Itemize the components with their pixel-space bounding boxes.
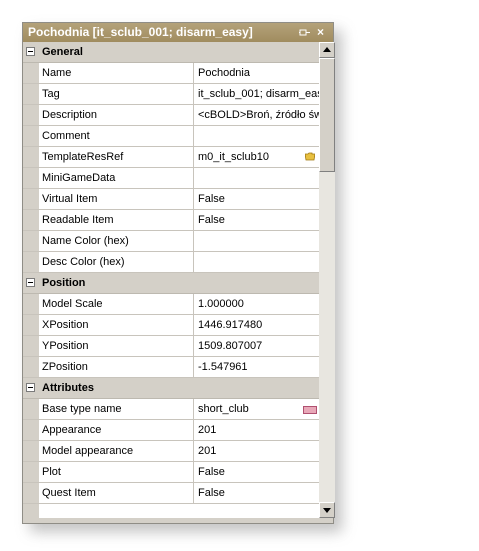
collapse-icon[interactable] [26,47,35,56]
close-icon[interactable]: × [317,23,324,42]
property-name: Base type name [39,399,194,419]
property-row[interactable]: Model Scale 1.000000 [23,294,319,315]
category-label: Attributes [42,382,94,394]
property-name: Plot [39,462,194,482]
title-bar[interactable]: Pochodnia [it_sclub_001; disarm_easy] × [23,23,333,42]
property-row[interactable]: Comment [23,126,319,147]
property-name: Name Color (hex) [39,231,194,251]
property-value[interactable] [194,252,319,272]
property-row[interactable]: Name Pochodnia [23,63,319,84]
category-label: Position [42,277,86,289]
category-header[interactable]: General [23,42,319,63]
property-name: Quest Item [39,483,194,503]
property-value[interactable]: 1.000000 [194,294,319,314]
property-value[interactable]: False [194,189,319,209]
property-value[interactable]: m0_it_sclub10 [194,147,319,167]
property-name: Appearance [39,420,194,440]
property-row[interactable]: XPosition 1446.917480 [23,315,319,336]
property-value[interactable]: False [194,210,319,230]
folder-browse-icon[interactable] [305,152,315,161]
property-name: Description [39,105,194,125]
property-value[interactable]: short_club [194,399,319,419]
property-row[interactable]: ZPosition -1.547961 [23,357,319,378]
property-row[interactable]: Description <cBOLD>Broń, źródło św [23,105,319,126]
property-value[interactable] [194,231,319,251]
property-name: Comment [39,126,194,146]
property-row[interactable]: YPosition 1509.807007 [23,336,319,357]
property-row[interactable]: MiniGameData [23,168,319,189]
property-value[interactable]: False [194,483,319,503]
property-value[interactable]: 1509.807007 [194,336,319,356]
property-value[interactable]: False [194,462,319,482]
arrow-down-icon [323,508,331,513]
property-name: Desc Color (hex) [39,252,194,272]
property-value[interactable]: <cBOLD>Broń, źródło św [194,105,319,125]
window-title: Pochodnia [it_sclub_001; disarm_easy] [28,25,253,39]
property-row[interactable]: Appearance 201 [23,420,319,441]
category-header[interactable]: Position [23,273,319,294]
property-value[interactable]: 201 [194,420,319,440]
category-label: General [42,46,83,58]
property-name: YPosition [39,336,194,356]
property-name: Name [39,63,194,83]
property-name: ZPosition [39,357,194,377]
scroll-thumb[interactable] [319,58,335,172]
property-row[interactable]: Name Color (hex) [23,231,319,252]
property-value[interactable]: it_sclub_001; disarm_eas [194,84,319,104]
arrow-up-icon [323,47,331,52]
category-header[interactable]: Attributes [23,378,319,399]
property-row[interactable]: Tag it_sclub_001; disarm_eas [23,84,319,105]
property-value[interactable]: Pochodnia [194,63,319,83]
collapse-icon[interactable] [26,383,35,392]
property-row[interactable]: Quest Item False [23,483,319,504]
collapse-icon[interactable] [26,278,35,287]
resource-icon[interactable] [303,406,317,414]
property-value[interactable]: -1.547961 [194,357,319,377]
property-row[interactable]: Plot False [23,462,319,483]
properties-window: Pochodnia [it_sclub_001; disarm_easy] × … [22,22,335,524]
property-name: XPosition [39,315,194,335]
property-name: Model Scale [39,294,194,314]
property-value[interactable]: 1446.917480 [194,315,319,335]
property-value[interactable] [194,126,319,146]
property-name: Virtual Item [39,189,194,209]
property-name: TemplateResRef [39,147,194,167]
property-name: MiniGameData [39,168,194,188]
property-row[interactable]: Model appearance 201 [23,441,319,462]
property-row[interactable]: TemplateResRef m0_it_sclub10 [23,147,319,168]
scroll-down-button[interactable] [319,502,335,518]
property-name: Model appearance [39,441,194,461]
property-row[interactable]: Virtual Item False [23,189,319,210]
property-row[interactable]: Desc Color (hex) [23,252,319,273]
property-row[interactable]: Readable Item False [23,210,319,231]
property-name: Readable Item [39,210,194,230]
property-row[interactable]: Base type name short_club [23,399,319,420]
property-name: Tag [39,84,194,104]
property-value[interactable]: 201 [194,441,319,461]
property-grid[interactable]: General Name Pochodnia Tag it_sclub_001; dis… [23,42,319,518]
pin-icon[interactable] [299,26,311,38]
vertical-scrollbar[interactable] [319,42,335,518]
property-value[interactable] [194,168,319,188]
scroll-up-button[interactable] [319,42,335,58]
